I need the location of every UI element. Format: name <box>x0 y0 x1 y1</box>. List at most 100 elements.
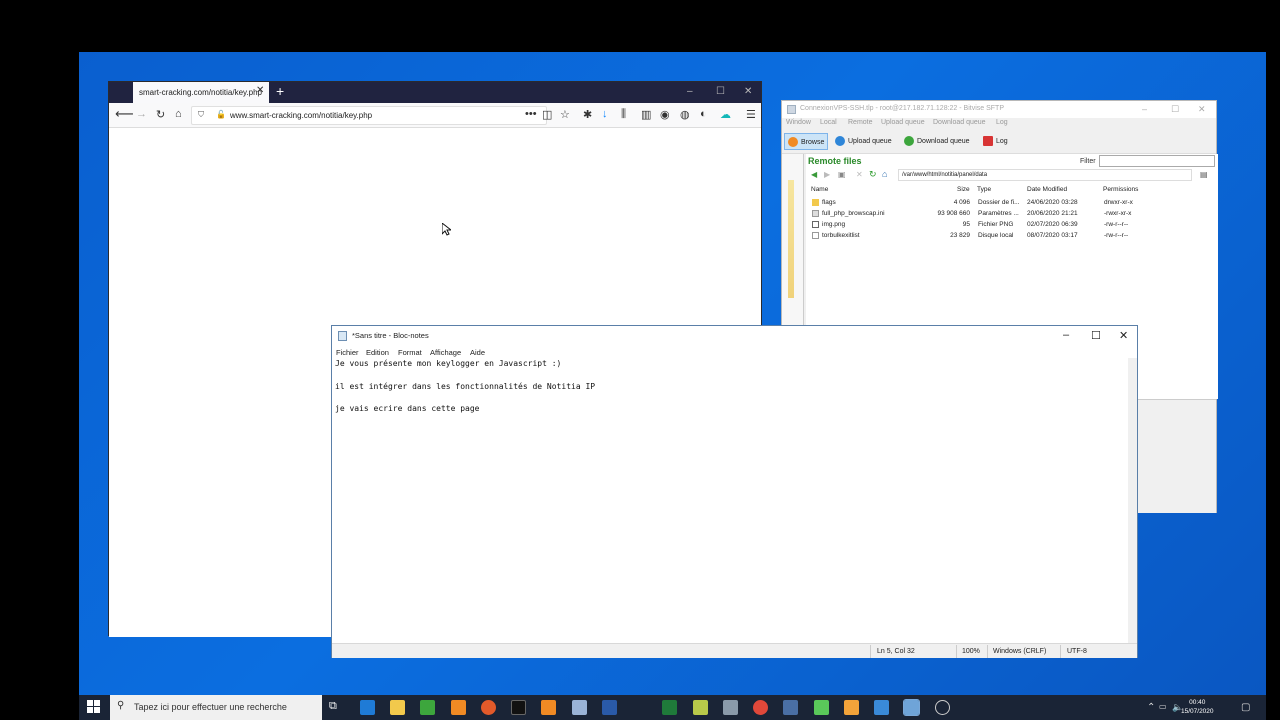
forward-icon[interactable]: ▶ <box>824 170 830 179</box>
menu-edition[interactable]: Edition <box>366 348 389 357</box>
file-date: 02/07/2020 06:39 <box>1027 221 1078 228</box>
insecure-lock-icon[interactable]: 🔓 <box>216 110 226 119</box>
file-row[interactable]: full_php_browscap.ini 93 908 660 Paramèt… <box>806 208 1218 219</box>
forward-icon[interactable]: → <box>136 108 147 120</box>
terminal-icon[interactable] <box>511 700 526 715</box>
menu-local[interactable]: Local <box>820 119 837 126</box>
file-row[interactable]: flags 4 096 Dossier de fi... 24/06/2020 … <box>806 197 1218 208</box>
maximize-button[interactable]: ☐ <box>716 86 725 97</box>
menu-log[interactable]: Log <box>996 119 1008 126</box>
menu-fichier[interactable]: Fichier <box>336 348 359 357</box>
app-icon[interactable] <box>814 700 829 715</box>
close-button[interactable]: ✕ <box>1119 329 1128 342</box>
filter-input[interactable] <box>1099 155 1215 167</box>
chrome-icon[interactable] <box>753 700 768 715</box>
bitvise-icon[interactable] <box>874 700 889 715</box>
column-type[interactable]: Type <box>977 186 991 193</box>
folder-icon[interactable]: ▣ <box>838 170 846 179</box>
tray-chevron-icon[interactable]: ⌃ <box>1147 702 1155 713</box>
nav-bar: ⟵ → ↻ ⌂ ⛉ 🔓 www.smart-cracking.com/notit… <box>109 103 761 128</box>
home-icon[interactable]: ⌂ <box>175 108 182 120</box>
path-input[interactable]: /var/www/html/notitia/panel/data <box>898 169 1192 181</box>
vertical-scrollbar[interactable] <box>1128 358 1137 643</box>
status-bar: Ln 5, Col 32 100% Windows (CRLF) UTF-8 <box>332 643 1137 658</box>
close-button[interactable]: ✕ <box>744 86 752 97</box>
text-editor[interactable]: Je vous présente mon keylogger en Javasc… <box>335 358 1125 643</box>
log-button[interactable]: Log <box>980 133 1014 150</box>
close-button[interactable]: ✕ <box>1198 104 1206 115</box>
reload-icon[interactable]: ↻ <box>156 108 165 121</box>
windows-start-icon[interactable] <box>87 700 101 714</box>
column-name[interactable]: Name <box>811 186 828 193</box>
vlc-icon[interactable] <box>451 700 466 715</box>
cloud-icon[interactable]: ☁ <box>720 108 731 121</box>
menu-format[interactable]: Format <box>398 348 422 357</box>
minimize-button[interactable]: – <box>1142 104 1147 114</box>
download-icon[interactable]: ↓ <box>602 108 608 120</box>
app-icon[interactable] <box>723 700 738 715</box>
task-view-icon[interactable]: ⧉ <box>329 700 344 715</box>
maximize-button[interactable]: ☐ <box>1091 329 1101 342</box>
sublime-icon[interactable] <box>541 700 556 715</box>
column-date[interactable]: Date Modified <box>1027 186 1067 193</box>
refresh-icon[interactable]: ↻ <box>869 169 877 180</box>
bookmark-star-icon[interactable]: ☆ <box>560 108 570 121</box>
notepadpp-icon[interactable] <box>420 700 435 715</box>
file-explorer-icon[interactable] <box>390 700 405 715</box>
mask-icon[interactable]: ◐ <box>700 108 707 120</box>
menu-aide[interactable]: Aide <box>470 348 485 357</box>
menu-remote[interactable]: Remote <box>848 119 873 126</box>
browse-button[interactable]: Browse <box>784 133 828 150</box>
taskbar-search[interactable]: ⚲ Tapez ici pour effectuer une recherche <box>110 695 322 720</box>
remote-files-label: Remote files <box>808 156 862 166</box>
app-icon[interactable] <box>693 700 708 715</box>
menu-upload-queue[interactable]: Upload queue <box>881 119 925 126</box>
word-icon[interactable] <box>602 700 617 715</box>
library-icon[interactable]: ⫼ <box>621 108 626 121</box>
edge-icon[interactable] <box>360 700 375 715</box>
column-size[interactable]: Size <box>957 186 970 193</box>
file-size: 4 096 <box>953 199 970 206</box>
download-queue-button[interactable]: Download queue <box>901 133 975 150</box>
file-permissions: -rw-r--r-- <box>1104 232 1129 239</box>
notification-icon[interactable]: ▢ <box>1241 702 1250 713</box>
excel-icon[interactable] <box>662 700 677 715</box>
account-icon[interactable]: ◉ <box>660 108 670 121</box>
new-tab-button[interactable]: + <box>276 83 284 99</box>
file-row[interactable]: torbulkexitlist 23 829 Disque local 08/0… <box>806 230 1218 241</box>
view-options-icon[interactable]: ▤ <box>1200 170 1208 179</box>
globe-icon[interactable]: ◍ <box>680 108 690 121</box>
settings-file-icon <box>812 210 819 217</box>
virtualbox-icon[interactable] <box>572 700 587 715</box>
file-permissions: drwxr-xr-x <box>1104 199 1133 206</box>
delete-icon[interactable]: ✕ <box>856 170 863 179</box>
page-actions-icon[interactable]: ••• <box>525 108 537 120</box>
file-row[interactable]: img.png 95 Fichier PNG 02/07/2020 06:39 … <box>806 219 1218 230</box>
maximize-button[interactable]: ☐ <box>1171 104 1179 115</box>
extension-icon[interactable]: ✱ <box>583 108 592 121</box>
column-permissions[interactable]: Permissions <box>1103 186 1138 193</box>
sidebar-icon[interactable]: ▥ <box>641 108 651 121</box>
home-icon[interactable]: ⌂ <box>882 169 887 179</box>
app-icon[interactable] <box>844 700 859 715</box>
minimize-button[interactable]: – <box>687 86 693 97</box>
menu-download-queue[interactable]: Download queue <box>933 119 986 126</box>
menu-icon[interactable]: ☰ <box>746 108 756 121</box>
menu-window[interactable]: Window <box>786 119 811 126</box>
obs-icon[interactable] <box>935 700 950 715</box>
browser-tab[interactable]: smart-cracking.com/notitia/key.php <box>133 82 269 103</box>
back-icon[interactable]: ◀ <box>811 170 817 179</box>
minimize-button[interactable]: – <box>1063 329 1069 341</box>
url-bar[interactable]: ⛉ 🔓 www.smart-cracking.com/notitia/key.p… <box>191 106 547 125</box>
back-icon[interactable]: ⟵ <box>115 106 134 122</box>
notepad-icon[interactable] <box>903 699 920 716</box>
menu-affichage[interactable]: Affichage <box>430 348 461 357</box>
app-icon[interactable] <box>783 700 798 715</box>
close-tab-icon[interactable]: ✕ <box>256 85 264 96</box>
clock[interactable]: 00:40 15/07/2020 <box>1181 698 1214 716</box>
pocket-icon[interactable]: ◫ <box>542 108 552 121</box>
shield-icon[interactable]: ⛉ <box>198 110 204 120</box>
network-icon[interactable]: ▭ <box>1159 702 1167 711</box>
upload-queue-button[interactable]: Upload queue <box>832 133 898 150</box>
firefox-icon[interactable] <box>481 700 496 715</box>
